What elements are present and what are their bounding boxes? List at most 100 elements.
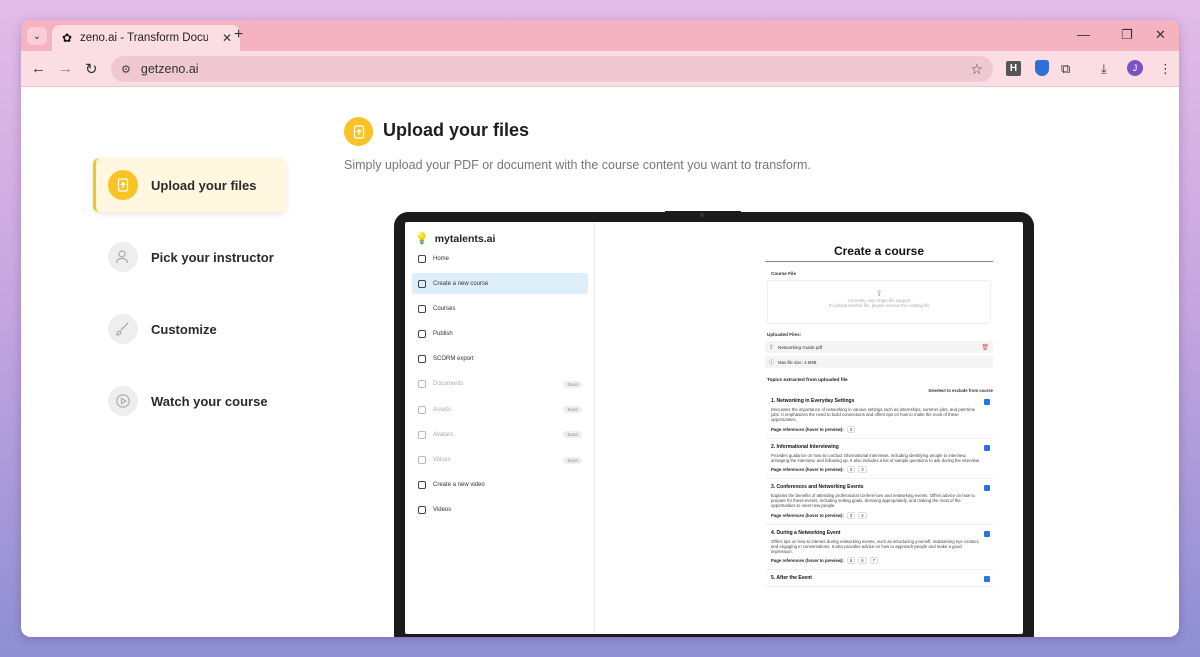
- publish-icon: [418, 330, 426, 339]
- topic-title: 4. During a Networking Event: [771, 529, 841, 536]
- max-size-text: Max file size: 4.5MB: [778, 359, 817, 365]
- topic-page-refs: Page references (hover to preview): 2: [771, 425, 989, 433]
- play-icon: [108, 386, 138, 416]
- tab-bar: ⌄ ✿ zeno.ai - Transform Documents ✕ + — …: [21, 20, 1179, 51]
- page-ref-chip[interactable]: 2: [846, 425, 856, 433]
- brush-icon: [108, 314, 138, 344]
- nav-item-videos[interactable]: Videos: [412, 500, 588, 521]
- step-pick-instructor[interactable]: Pick your instructor: [93, 230, 286, 284]
- file-upload-icon: ⇪: [769, 344, 775, 351]
- page-ref-chip[interactable]: 6: [858, 557, 867, 565]
- puzzle-extensions-icon[interactable]: ⧉: [1061, 61, 1070, 77]
- new-tab-button[interactable]: +: [234, 26, 243, 44]
- topic-item: 4. During a Networking Event Offers tips…: [765, 525, 993, 571]
- nav-item-assets: Assets Soon: [412, 399, 588, 420]
- nav-label: Avatars: [433, 431, 454, 438]
- chevron-down-icon: ⌄: [32, 30, 42, 42]
- user-icon: [108, 242, 138, 272]
- back-icon[interactable]: ←: [31, 60, 46, 77]
- nav-label: Home: [433, 255, 450, 262]
- nav-item-home[interactable]: Home: [412, 248, 588, 269]
- reload-icon[interactable]: ↻: [85, 60, 98, 78]
- step-watch-course[interactable]: Watch your course: [93, 374, 286, 428]
- upload-icon: [108, 170, 138, 200]
- step-customize[interactable]: Customize: [93, 302, 286, 356]
- site-settings-icon[interactable]: ⚙: [121, 63, 131, 76]
- topic-checkbox[interactable]: [984, 485, 990, 492]
- minimize-icon[interactable]: —: [1077, 27, 1090, 42]
- window-close-icon[interactable]: ✕: [1155, 27, 1166, 43]
- nav-item-courses[interactable]: Courses: [412, 298, 588, 319]
- page-ref-chip[interactable]: 4: [858, 511, 867, 519]
- topic-title: 2. Informational Interviewing: [771, 443, 839, 450]
- waveform-icon: [418, 456, 426, 464]
- topic-checkbox[interactable]: [984, 444, 990, 451]
- nav-item-create-video[interactable]: Create a new video: [412, 475, 588, 496]
- profile-avatar[interactable]: J: [1127, 60, 1143, 76]
- plus-square-icon: [418, 481, 426, 490]
- zeno-favicon-icon: ✿: [61, 31, 73, 45]
- page-ref-label: Page references (hover to preview):: [771, 467, 844, 473]
- app-sidebar: 💡 mytalents.ai Home Create a new course …: [405, 222, 595, 634]
- step-list: Upload your files Pick your instructor C…: [93, 158, 286, 446]
- page-content: Upload your files Pick your instructor C…: [21, 87, 1179, 637]
- topic-description: Provides guidance on how to conduct info…: [771, 452, 980, 463]
- step-upload-files[interactable]: Upload your files: [93, 158, 286, 212]
- topic-checkbox[interactable]: [984, 576, 990, 583]
- nav-item-scorm-export[interactable]: SCORM export: [412, 349, 588, 370]
- page-ref-chip[interactable]: 3: [846, 511, 856, 519]
- laptop-mockup: 💡 mytalents.ai Home Create a new course …: [394, 211, 1034, 637]
- soon-badge: Soon: [563, 456, 582, 464]
- topic-item: 2. Informational Interviewing Provides g…: [765, 439, 993, 480]
- url-text[interactable]: getzeno.ai: [141, 62, 199, 76]
- nav-label: Publish: [433, 331, 453, 338]
- shield-extension-icon[interactable]: [1035, 60, 1049, 76]
- file-dropzone[interactable]: ⇪ Currently, only single-file support To…: [767, 280, 991, 324]
- topic-checkbox[interactable]: [984, 530, 990, 537]
- forward-icon[interactable]: →: [58, 60, 73, 77]
- page-ref-chip[interactable]: 3: [858, 466, 867, 474]
- nav-item-create-course[interactable]: Create a new course: [412, 273, 588, 295]
- extension-h-icon[interactable]: H: [1006, 61, 1021, 76]
- list-icon: [418, 506, 426, 515]
- trash-icon[interactable]: 🗑: [981, 344, 989, 351]
- file-name: Networking Guide.pdf: [778, 344, 823, 350]
- nav-item-publish[interactable]: Publish: [412, 324, 588, 345]
- download-icon[interactable]: ⤓: [1101, 61, 1107, 77]
- close-icon[interactable]: ✕: [222, 31, 232, 45]
- page-ref-chip[interactable]: 7: [869, 557, 879, 565]
- plus-square-icon: [418, 279, 426, 288]
- topic-page-refs: Page references (hover to preview): 3 4: [771, 511, 989, 519]
- page-subtitle: Simply upload your PDF or document with …: [344, 158, 811, 172]
- tab-search-button[interactable]: ⌄: [27, 27, 47, 45]
- app-logo: 💡 mytalents.ai: [415, 232, 495, 246]
- create-course-title: Create a course: [765, 244, 993, 262]
- step-label: Watch your course: [151, 393, 268, 409]
- page-ref-chip[interactable]: 2: [846, 466, 856, 474]
- step-label: Customize: [151, 321, 217, 337]
- lightbulb-icon: 💡: [415, 233, 429, 245]
- bookmark-star-icon[interactable]: ☆: [970, 61, 983, 78]
- soon-badge: Soon: [563, 406, 582, 414]
- restore-icon[interactable]: ❐: [1121, 27, 1133, 43]
- more-menu-icon[interactable]: ⋮: [1159, 61, 1172, 77]
- nav-label: Assets: [433, 406, 452, 413]
- topic-item: 5. After the Event: [765, 570, 993, 588]
- topic-page-refs: Page references (hover to preview): 2 3: [771, 466, 989, 474]
- nav-item-documents: Documents Soon: [412, 374, 588, 395]
- page-ref-chip[interactable]: 5: [846, 557, 856, 565]
- nav-label: SCORM export: [433, 356, 474, 363]
- home-icon: [418, 254, 426, 263]
- address-bar[interactable]: ⚙ getzeno.ai ☆: [111, 56, 993, 82]
- nav-label: Videos: [433, 507, 452, 514]
- topic-page-refs: Page references (hover to preview): 5 6 7: [771, 557, 989, 565]
- topic-description: Discusses the importance of networking i…: [771, 407, 976, 423]
- browser-tab[interactable]: ✿ zeno.ai - Transform Documents ✕: [52, 25, 240, 51]
- nav-label: Courses: [433, 305, 456, 312]
- topic-checkbox[interactable]: [984, 399, 990, 405]
- uploaded-file-row: ⇪ Networking Guide.pdf 🗑: [765, 341, 993, 353]
- laptop-screen: 💡 mytalents.ai Home Create a new course …: [405, 222, 1023, 634]
- folder-icon: [418, 355, 426, 364]
- max-size-row: ⓘ Max file size: 4.5MB: [765, 356, 993, 368]
- topic-title: 3. Conferences and Networking Events: [771, 484, 864, 491]
